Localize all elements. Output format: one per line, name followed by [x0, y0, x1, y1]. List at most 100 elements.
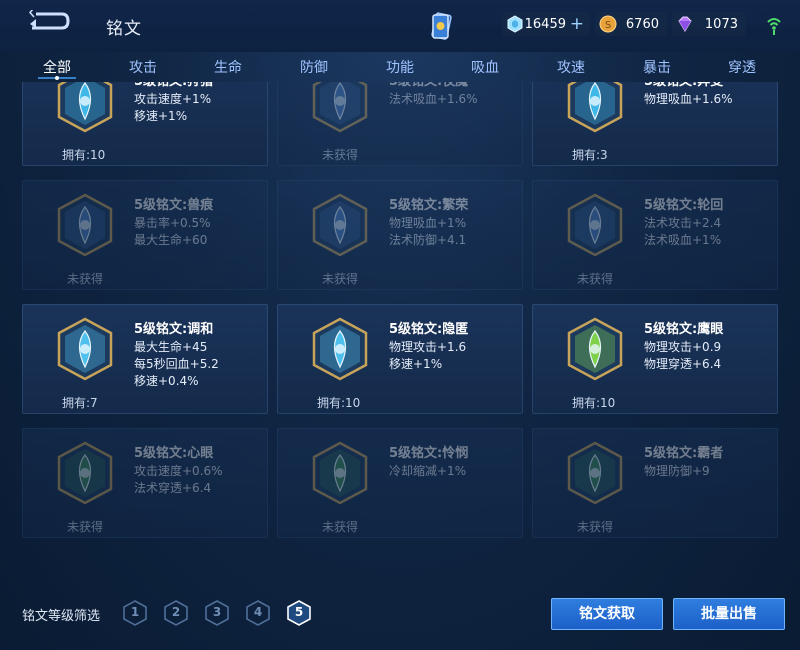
- rune-stat: 法术防御+4.1: [389, 233, 467, 247]
- add-diamond-button[interactable]: +: [570, 14, 584, 34]
- rune-stat: 移速+1%: [389, 357, 443, 371]
- level-filter-2[interactable]: 2: [164, 600, 188, 626]
- bottom-bar: 铭文等级筛选 1 2 3 4 5 铭文获取 批量出售: [0, 570, 800, 650]
- level-number: 4: [253, 605, 263, 619]
- owned-count: 未获得: [66, 520, 103, 534]
- rune-name: 5级铭文:夜魇: [389, 82, 468, 89]
- rune-stat: 物理攻击+0.9: [644, 340, 722, 354]
- rune-stat: 法术吸血+1.6%: [389, 92, 478, 106]
- rune-stat: 物理吸血+1.6%: [644, 92, 733, 106]
- owned-count: 拥有:10: [62, 148, 106, 162]
- tab-utility[interactable]: 功能: [360, 57, 440, 77]
- level-number: 1: [130, 605, 140, 619]
- rune-name: 5级铭文:霸者: [644, 446, 724, 461]
- owned-count: 未获得: [321, 272, 358, 286]
- top-bar: 铭文 16459 + S 6760 1073: [0, 0, 800, 52]
- owned-count: 未获得: [66, 272, 103, 286]
- rune-stat: 最大生命+45: [134, 340, 208, 354]
- diamond-currency: 16459 +: [502, 12, 590, 36]
- rune-card[interactable]: 5级铭文:怜悯 冷却缩减+1% 未获得: [277, 428, 523, 538]
- rune-stat: 法术吸血+1%: [644, 233, 722, 247]
- rune-card[interactable]: 5级铭文:隐匿 物理攻击+1.6 移速+1% 拥有:10: [277, 304, 523, 414]
- rune-name: 5级铭文:心眼: [134, 446, 214, 461]
- rune-name: 5级铭文:兽痕: [134, 198, 214, 213]
- tab-crit[interactable]: 暴击: [617, 57, 697, 77]
- rune-stat: 物理攻击+1.6: [389, 340, 467, 354]
- rune-card[interactable]: 5级铭文:兽痕 暴击率+0.5% 最大生命+60 未获得: [22, 180, 268, 290]
- back-arrow-icon[interactable]: [26, 10, 70, 32]
- tab-all[interactable]: 全部: [17, 57, 97, 77]
- rune-name: 5级铭文:鹰眼: [644, 322, 724, 337]
- tab-health[interactable]: 生命: [188, 57, 268, 77]
- category-tabs: 全部 攻击 生命 防御 功能 吸血 攻速 暴击 穿透: [0, 52, 800, 82]
- svg-text:S: S: [605, 20, 611, 31]
- owned-count: 未获得: [321, 520, 358, 534]
- rune-name: 5级铭文:隐匿: [389, 322, 469, 337]
- rune-grid: 5级铭文:狩猎攻击速度+1% 移速+1% 拥有:10 5级铭文:夜魇法术吸血+1.6%…: [0, 82, 800, 570]
- rune-card[interactable]: 5级铭文:轮回 法术攻击+2.4 法术吸血+1% 未获得: [532, 180, 778, 290]
- tab-penetration[interactable]: 穿透: [702, 57, 782, 77]
- harmony-rune-icon: [57, 317, 113, 381]
- signal-icon: [767, 18, 781, 35]
- rune-name: 5级铭文:怜悯: [389, 446, 469, 461]
- stealth-rune-icon: [312, 317, 368, 381]
- rune-stat: 攻击速度+0.6%: [134, 464, 223, 478]
- get-rune-button[interactable]: 铭文获取: [551, 598, 663, 630]
- rune-card[interactable]: 5级铭文:霸者 物理防御+9 未获得: [532, 428, 778, 538]
- owned-count: 未获得: [576, 520, 613, 534]
- level-number: 2: [171, 605, 181, 619]
- level-filter-3[interactable]: 3: [205, 600, 229, 626]
- tab-lifesteal[interactable]: 吸血: [445, 57, 525, 77]
- rune-card[interactable]: 5级铭文:调和 最大生命+45 每5秒回血+5.2 移速+0.4% 拥有:7: [22, 304, 268, 414]
- rune-card[interactable]: 5级铭文:狩猎攻击速度+1% 移速+1% 拥有:10: [22, 82, 268, 166]
- rune-card[interactable]: 5级铭文:心眼 攻击速度+0.6% 法术穿透+6.4 未获得: [22, 428, 268, 538]
- rune-card[interactable]: 5级铭文:异变物理吸血+1.6% 拥有:3: [532, 82, 778, 166]
- rune-stat: 攻击速度+1%: [134, 92, 212, 106]
- rune-stat: 法术穿透+6.4: [134, 481, 212, 495]
- rune-card-icon[interactable]: [430, 11, 452, 41]
- rune-stat: 移速+0.4%: [134, 374, 199, 388]
- rune-name: 5级铭文:轮回: [644, 198, 724, 213]
- tab-defense[interactable]: 防御: [274, 57, 354, 77]
- hunt-rune-icon: [57, 82, 113, 133]
- bulk-sell-button[interactable]: 批量出售: [673, 598, 785, 630]
- gold-coin-icon: S: [599, 15, 617, 33]
- rune-stat: 移速+1%: [134, 109, 188, 123]
- owned-count: 未获得: [321, 148, 358, 162]
- owned-count: 拥有:7: [62, 396, 98, 410]
- rune-card[interactable]: 5级铭文:夜魇法术吸血+1.6% 未获得: [277, 82, 523, 166]
- rune-stat: 物理吸血+1%: [389, 216, 467, 230]
- mindseye-rune-icon: [57, 441, 113, 505]
- reincarnation-rune-icon: [567, 193, 623, 257]
- mercy-rune-icon: [312, 441, 368, 505]
- tab-attack[interactable]: 攻击: [103, 57, 183, 77]
- level-filter-5[interactable]: 5: [287, 600, 311, 626]
- rune-stat: 法术攻击+2.4: [644, 216, 722, 230]
- rune-stat: 物理穿透+6.4: [644, 357, 722, 371]
- level-filter-4[interactable]: 4: [246, 600, 270, 626]
- rune-stat: 物理防御+9: [644, 464, 710, 478]
- owned-count: 拥有:10: [317, 396, 361, 410]
- hawkeye-rune-icon: [567, 317, 623, 381]
- level-filter-1[interactable]: 1: [123, 600, 147, 626]
- gold-amount: 6760: [625, 16, 659, 32]
- owned-count: 拥有:3: [572, 148, 608, 162]
- gem-amount: 1073: [704, 16, 738, 32]
- owned-count: 未获得: [576, 272, 613, 286]
- rune-name: 5级铭文:异变: [644, 82, 723, 89]
- rune-stat: 暴击率+0.5%: [134, 216, 211, 230]
- rune-card[interactable]: 5级铭文:鹰眼 物理攻击+0.9 物理穿透+6.4 拥有:10: [532, 304, 778, 414]
- rune-name: 5级铭文:狩猎: [134, 82, 213, 89]
- diamond-icon: [507, 15, 523, 33]
- rune-stat: 最大生命+60: [134, 233, 208, 247]
- nightmare-rune-icon: [312, 82, 368, 133]
- overlord-rune-icon: [567, 441, 623, 505]
- tab-attack-speed[interactable]: 攻速: [531, 57, 611, 77]
- level-filter-label: 铭文等级筛选: [22, 609, 101, 624]
- prosperity-rune-icon: [312, 193, 368, 257]
- page-title: 铭文: [106, 19, 142, 39]
- rune-stat: 每5秒回血+5.2: [134, 357, 219, 371]
- level-number: 3: [212, 605, 222, 619]
- rune-card[interactable]: 5级铭文:繁荣 物理吸血+1% 法术防御+4.1 未获得: [277, 180, 523, 290]
- active-tab-indicator: [38, 76, 76, 80]
